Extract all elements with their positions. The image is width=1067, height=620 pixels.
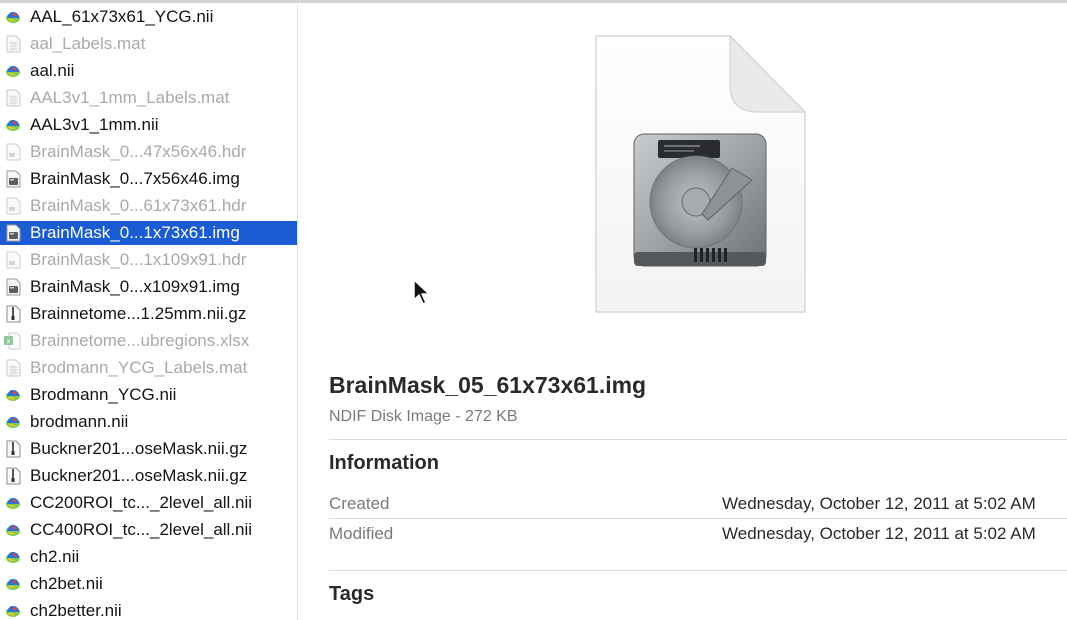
disk-image-file-icon bbox=[3, 170, 23, 188]
zip-archive-icon bbox=[3, 440, 23, 458]
file-name-label: BrainMask_0...7x56x46.img bbox=[30, 169, 240, 188]
file-list-item[interactable]: BrainMask_0...1x109x91.hdr bbox=[0, 248, 297, 272]
nifti-brain-icon bbox=[3, 62, 23, 80]
spreadsheet-file-icon bbox=[3, 35, 23, 53]
header-file-icon bbox=[3, 197, 23, 215]
created-value: Wednesday, October 12, 2011 at 5:02 AM bbox=[722, 494, 1036, 513]
divider bbox=[329, 570, 1067, 571]
file-name-label: aal.nii bbox=[30, 61, 75, 80]
divider bbox=[329, 518, 1067, 519]
file-list-item[interactable]: aal.nii bbox=[0, 59, 297, 83]
file-list-item[interactable]: ch2.nii bbox=[0, 545, 297, 569]
file-name-label: Brainnetome...1.25mm.nii.gz bbox=[30, 304, 247, 323]
file-list-item[interactable]: CC200ROI_tc..._2level_all.nii bbox=[0, 491, 297, 515]
file-list-item[interactable]: Buckner201...oseMask.nii.gz bbox=[0, 464, 297, 488]
file-name-label: ch2.nii bbox=[30, 547, 80, 566]
file-list-item[interactable]: Brodmann_YCG.nii bbox=[0, 383, 297, 407]
file-list-item[interactable]: BrainMask_0...47x56x46.hdr bbox=[0, 140, 297, 164]
tags-heading: Tags bbox=[329, 583, 375, 605]
header-file-icon bbox=[3, 143, 23, 161]
nifti-brain-icon bbox=[3, 575, 23, 593]
nifti-brain-icon bbox=[3, 521, 23, 539]
file-list-item[interactable]: AAL3v1_1mm.nii bbox=[0, 113, 297, 137]
modified-value: Wednesday, October 12, 2011 at 5:02 AM bbox=[722, 524, 1036, 543]
nifti-brain-icon bbox=[3, 386, 23, 404]
spreadsheet-file-icon bbox=[3, 359, 23, 377]
excel-file-icon: x bbox=[3, 332, 23, 350]
file-name-label: Brodmann_YCG_Labels.mat bbox=[30, 358, 248, 377]
information-heading: Information bbox=[329, 452, 439, 474]
zip-archive-icon bbox=[3, 467, 23, 485]
modified-label: Modified bbox=[329, 524, 394, 543]
svg-text:x: x bbox=[6, 338, 10, 346]
file-name-label: CC200ROI_tc..._2level_all.nii bbox=[30, 493, 253, 512]
file-name-label: BrainMask_0...61x73x61.hdr bbox=[30, 196, 247, 215]
nifti-brain-icon bbox=[3, 548, 23, 566]
file-name-label: BrainMask_0...x109x91.img bbox=[30, 277, 240, 296]
divider bbox=[329, 439, 1067, 440]
file-name-label: ch2better.nii bbox=[30, 601, 122, 620]
file-list-item[interactable]: Buckner201...oseMask.nii.gz bbox=[0, 437, 297, 461]
file-list-item[interactable]: CC400ROI_tc..._2level_all.nii bbox=[0, 518, 297, 542]
file-name-label: ch2bet.nii bbox=[30, 574, 103, 593]
file-list-item[interactable]: Brodmann_YCG_Labels.mat bbox=[0, 356, 297, 380]
file-name-label: Brodmann_YCG.nii bbox=[30, 385, 177, 404]
created-label: Created bbox=[329, 494, 390, 513]
spreadsheet-file-icon bbox=[3, 89, 23, 107]
nifti-brain-icon bbox=[3, 602, 23, 620]
file-name-label: BrainMask_0...1x73x61.img bbox=[30, 223, 240, 242]
file-list-item[interactable]: AAL3v1_1mm_Labels.mat bbox=[0, 86, 297, 110]
header-file-icon bbox=[3, 251, 23, 269]
nifti-brain-icon bbox=[3, 494, 23, 512]
file-name-label: Brainnetome...ubregions.xlsx bbox=[30, 331, 250, 350]
file-name-label: AAL3v1_1mm.nii bbox=[30, 115, 159, 134]
file-list-item[interactable]: aal_Labels.mat bbox=[0, 32, 297, 56]
mouse-pointer-icon bbox=[413, 279, 430, 305]
zip-archive-icon bbox=[3, 305, 23, 323]
file-name-label: brodmann.nii bbox=[30, 412, 129, 431]
file-name-label: AAL_61x73x61_YCG.nii bbox=[30, 7, 214, 26]
nifti-brain-icon bbox=[3, 116, 23, 134]
file-list-item[interactable]: brodmann.nii bbox=[0, 410, 297, 434]
nifti-brain-icon bbox=[3, 413, 23, 431]
file-list-item[interactable]: x Brainnetome...ubregions.xlsx bbox=[0, 329, 297, 353]
file-list-item[interactable]: BrainMask_0...x109x91.img bbox=[0, 275, 297, 299]
file-list-item[interactable]: ch2bet.nii bbox=[0, 572, 297, 596]
file-list-item[interactable]: ch2better.nii bbox=[0, 599, 297, 620]
file-list-item[interactable]: BrainMask_0...7x56x46.img bbox=[0, 167, 297, 191]
file-name-label: AAL3v1_1mm_Labels.mat bbox=[30, 88, 230, 107]
preview-file-kind-size: NDIF Disk Image - 272 KB bbox=[329, 408, 518, 425]
file-name-label: BrainMask_0...47x56x46.hdr bbox=[30, 142, 247, 161]
file-list-item[interactable]: BrainMask_0...61x73x61.hdr bbox=[0, 194, 297, 218]
preview-file-name: BrainMask_05_61x73x61.img bbox=[329, 372, 647, 398]
file-name-label: BrainMask_0...1x109x91.hdr bbox=[30, 250, 247, 269]
file-name-label: CC400ROI_tc..._2level_all.nii bbox=[30, 520, 253, 539]
hard-drive-disk-image-icon bbox=[595, 34, 807, 313]
file-list-item[interactable]: Brainnetome...1.25mm.nii.gz bbox=[0, 302, 297, 326]
file-list-item[interactable]: BrainMask_0...1x73x61.img bbox=[0, 221, 297, 245]
file-name-label: Buckner201...oseMask.nii.gz bbox=[30, 466, 248, 485]
file-list-item[interactable]: AAL_61x73x61_YCG.nii bbox=[0, 5, 297, 29]
disk-image-file-icon bbox=[3, 224, 23, 242]
file-name-label: Buckner201...oseMask.nii.gz bbox=[30, 439, 248, 458]
disk-image-file-icon bbox=[3, 278, 23, 296]
nifti-brain-icon bbox=[3, 8, 23, 26]
file-name-label: aal_Labels.mat bbox=[30, 34, 146, 53]
file-list-sidebar[interactable]: AAL_61x73x61_YCG.nii aal_Labels.mat aal.ni… bbox=[0, 3, 298, 620]
